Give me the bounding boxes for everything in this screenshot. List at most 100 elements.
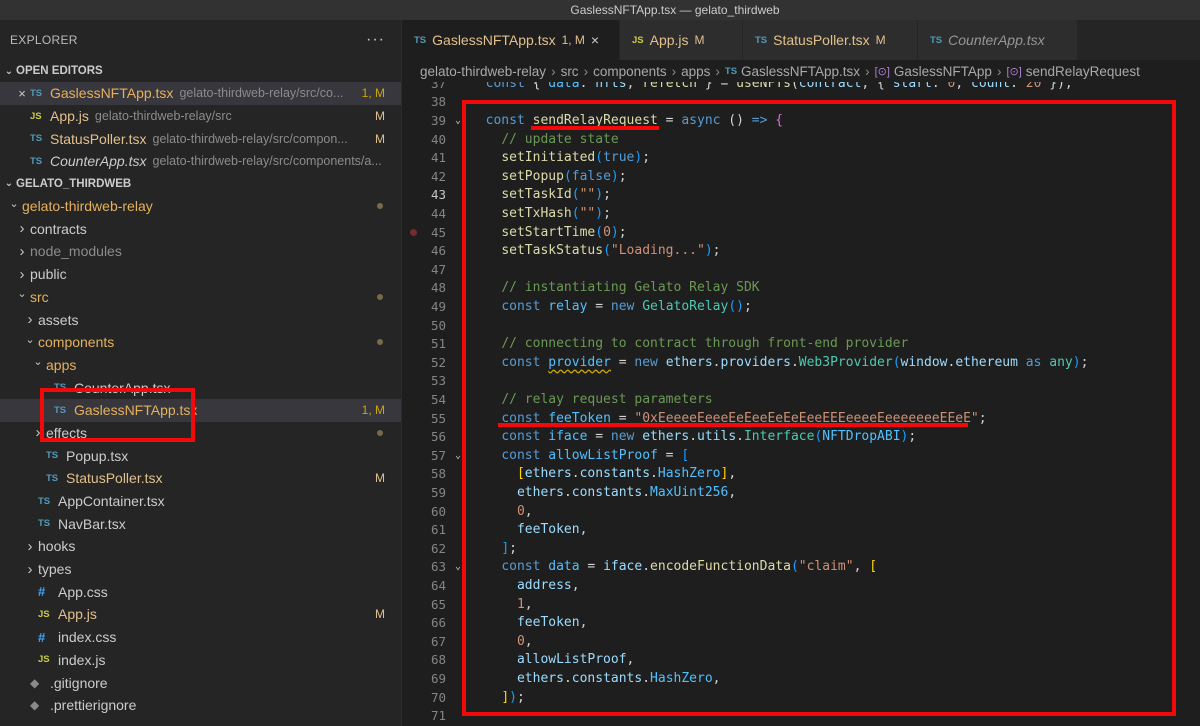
open-editors-section[interactable]: ⌄ OPEN EDITORS — [0, 60, 401, 82]
line-number: 53 — [430, 373, 446, 389]
tree-item-name: public — [30, 266, 67, 283]
line-number: 62 — [430, 540, 446, 556]
tab-status: M — [875, 33, 886, 47]
typescript-file-icon: TS — [30, 87, 43, 99]
chevron-down-icon: ⌄ — [25, 333, 35, 346]
breadcrumb-item[interactable]: gelato-thirdweb-relay — [420, 64, 546, 79]
breadcrumb: gelato-thirdweb-relay › src › components › app… — [402, 60, 1200, 82]
open-editor-name: CounterApp.tsx — [50, 153, 147, 170]
file-item[interactable]: TS NavBar.tsx — [0, 512, 401, 535]
chevron-right-icon: › — [19, 242, 25, 260]
file-item[interactable]: TS Popup.tsx — [0, 444, 401, 467]
line-number: 68 — [430, 652, 446, 668]
file-tree: ⌄ gelato-thirdweb-relay › contracts › node_mo… — [0, 195, 401, 717]
folder-item[interactable]: ⌄ src — [0, 286, 401, 309]
chevron-right-icon: › — [996, 63, 1002, 79]
line-number: 65 — [430, 596, 446, 612]
tab-gaslessnftapp-tsx[interactable]: TS GaslessNFTApp.tsx 1, M × — [402, 20, 620, 60]
tab-counterapp-tsx[interactable]: TS CounterApp.tsx — [918, 20, 1078, 60]
close-icon[interactable]: × — [591, 32, 599, 48]
typescript-file-icon: TS — [755, 34, 768, 46]
folder-item[interactable]: › contracts — [0, 217, 401, 240]
open-editor-item[interactable]: JS App.js gelato-thirdweb-relay/src M — [0, 105, 401, 128]
open-editors-label: OPEN EDITORS — [16, 65, 103, 77]
tree-item-name: apps — [46, 356, 77, 373]
line-number: 56 — [430, 429, 446, 445]
editor-area: TS GaslessNFTApp.tsx 1, M × JS App.js M TS Statu… — [402, 20, 1200, 726]
tree-item-name: .gitignore — [50, 674, 108, 691]
chevron-right-icon: › — [583, 63, 589, 79]
tree-item-name: types — [38, 561, 72, 578]
chevron-right-icon: › — [19, 220, 25, 238]
chevron-down-icon: ⌄ — [4, 65, 14, 77]
breadcrumb-symbol[interactable]: sendRelayRequest — [1026, 64, 1140, 79]
typescript-file-icon: TS — [30, 133, 43, 145]
line-number: 55 — [430, 410, 446, 426]
file-item[interactable]: JS index.js — [0, 649, 401, 672]
folder-item[interactable]: ⌄ gelato-thirdweb-relay — [0, 195, 401, 218]
line-number: 42 — [430, 168, 446, 184]
modified-dot-icon — [377, 293, 383, 300]
tab-app-js[interactable]: JS App.js M — [620, 20, 743, 60]
breadcrumb-item[interactable]: components — [593, 64, 667, 79]
line-number: 51 — [430, 336, 446, 352]
tree-item-name: index.css — [58, 629, 117, 646]
typescript-file-icon: TS — [38, 495, 51, 507]
folder-item[interactable]: › assets — [0, 308, 401, 331]
typescript-file-icon: TS — [46, 450, 59, 462]
tree-item-name: contracts — [30, 220, 87, 237]
chevron-right-icon: › — [865, 63, 870, 79]
file-item[interactable]: ◆ .prettierignore — [0, 694, 401, 717]
chevron-right-icon: › — [671, 63, 677, 79]
file-item[interactable]: JS App.js M — [0, 603, 401, 626]
line-number: 61 — [430, 522, 446, 538]
close-icon[interactable]: × — [14, 86, 30, 101]
tree-item-name: StatusPoller.tsx — [66, 470, 163, 487]
open-editor-name: App.js — [50, 108, 89, 125]
css-file-icon: # — [38, 629, 46, 645]
line-number: 54 — [430, 391, 446, 407]
line-number: 46 — [430, 243, 446, 259]
modified-dot-icon — [377, 339, 383, 346]
tree-item-name: App.js — [58, 606, 97, 623]
git-status-badge: M — [375, 131, 385, 146]
line-number: 58 — [430, 466, 446, 482]
line-number: 44 — [430, 205, 446, 221]
chevron-right-icon: › — [27, 560, 33, 578]
code-line[interactable]: 37 const { data: nfts, refetch } = useNF… — [402, 82, 1200, 93]
folder-item[interactable]: › node_modules — [0, 240, 401, 263]
workspace-section[interactable]: ⌄ GELATO_THIRDWEB — [0, 173, 401, 195]
folder-item[interactable]: › public — [0, 263, 401, 286]
file-item[interactable]: # index.css — [0, 626, 401, 649]
editor-tabs: TS GaslessNFTApp.tsx 1, M × JS App.js M TS Statu… — [402, 20, 1200, 60]
annotation-underline-function-name — [531, 126, 659, 130]
file-item[interactable]: ◆ .gitignore — [0, 671, 401, 694]
more-actions-icon[interactable]: ··· — [366, 31, 385, 49]
folder-item[interactable]: ⌄ apps — [0, 354, 401, 377]
symbol-variable-icon: [⊙] — [1006, 65, 1022, 78]
open-editor-name: StatusPoller.tsx — [50, 130, 147, 147]
folder-item[interactable]: › hooks — [0, 535, 401, 558]
open-editor-item[interactable]: TS StatusPoller.tsx gelato-thirdweb-relay/… — [0, 127, 401, 150]
breadcrumb-symbol[interactable]: GaslessNFTApp — [894, 64, 992, 79]
line-number: 52 — [430, 354, 446, 370]
breadcrumb-item[interactable]: src — [561, 64, 579, 79]
file-item[interactable]: TS AppContainer.tsx — [0, 490, 401, 513]
open-editor-path: gelato-thirdweb-relay/src — [94, 109, 232, 124]
chevron-down-icon: ⌄ — [9, 197, 19, 210]
file-item[interactable]: TS StatusPoller.tsx M — [0, 467, 401, 490]
tab-statuspoller-tsx[interactable]: TS StatusPoller.tsx M — [743, 20, 918, 60]
file-item[interactable]: # App.css — [0, 580, 401, 603]
javascript-file-icon: JS — [632, 34, 644, 46]
line-number: 50 — [430, 317, 446, 333]
folder-item[interactable]: ⌄ components — [0, 331, 401, 354]
breadcrumb-item[interactable]: apps — [681, 64, 710, 79]
tab-status: M — [694, 33, 705, 47]
tab-label: StatusPoller.tsx — [773, 32, 870, 48]
folder-item[interactable]: › types — [0, 558, 401, 581]
open-editor-item[interactable]: × TS GaslessNFTApp.tsx gelato-thirdweb-rela… — [0, 82, 401, 105]
breadcrumb-file[interactable]: GaslessNFTApp.tsx — [741, 64, 860, 79]
breakpoint-icon[interactable] — [410, 228, 417, 236]
modified-dot-icon — [377, 429, 383, 436]
open-editor-item[interactable]: TS CounterApp.tsx gelato-thirdweb-relay/sr… — [0, 150, 401, 173]
